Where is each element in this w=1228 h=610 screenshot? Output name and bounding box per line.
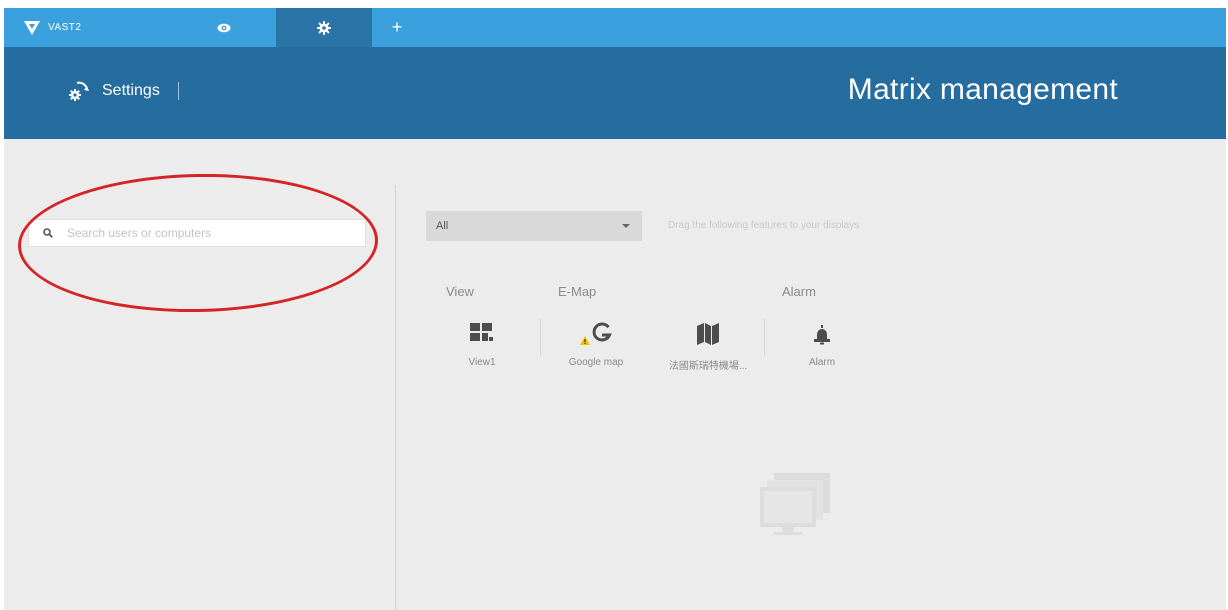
breadcrumb-settings[interactable]: Settings — [68, 80, 179, 102]
tab-settings[interactable] — [276, 8, 372, 47]
feature-alarm[interactable]: Alarm — [772, 313, 872, 368]
bell-icon — [814, 325, 830, 345]
brand-name: VAST2 — [48, 22, 82, 33]
add-tab-button[interactable]: + — [382, 8, 412, 47]
feature-label: Alarm — [808, 357, 836, 368]
search-icon — [43, 228, 53, 238]
page-title: Matrix management — [847, 73, 1118, 106]
map-icon — [697, 323, 719, 345]
vivotek-logo-icon — [24, 20, 40, 35]
feature-label: 法國斯瑞特機場... — [668, 361, 748, 372]
page-header: Settings Matrix management — [4, 47, 1226, 139]
app-window: VAST2 + Settings Matrix management Searc… — [4, 8, 1226, 610]
breadcrumb-label: Settings — [102, 82, 160, 99]
feature-emap-local[interactable]: 法國斯瑞特機場... — [658, 313, 758, 372]
gear-icon — [317, 20, 331, 35]
search-input[interactable] — [67, 226, 347, 240]
separator — [540, 319, 541, 355]
eye-icon — [217, 23, 231, 32]
separator — [764, 319, 765, 355]
category-label-view: View — [446, 284, 474, 299]
features-panel: All Drag the following features to your … — [396, 139, 1226, 610]
displays-placeholder-icon — [760, 473, 832, 544]
category-label-alarm: Alarm — [782, 284, 816, 299]
users-panel — [4, 139, 396, 610]
feature-filter-dropdown[interactable]: All — [426, 211, 642, 241]
caret-down-icon — [622, 224, 630, 228]
drag-hint-text: Drag the following features to your disp… — [668, 220, 860, 231]
search-field[interactable] — [28, 219, 366, 247]
settings-icon — [69, 81, 89, 101]
brand[interactable]: VAST2 — [4, 8, 124, 47]
tab-live-view[interactable] — [194, 8, 254, 47]
view-layout-icon — [470, 323, 493, 341]
feature-label: Google map — [568, 357, 624, 368]
category-label-emap: E-Map — [558, 284, 597, 299]
google-g-icon — [592, 322, 612, 342]
filter-selected-value: All — [436, 220, 449, 232]
warning-icon — [580, 336, 590, 345]
breadcrumb-divider — [177, 82, 179, 100]
feature-label: View1 — [468, 357, 496, 368]
feature-google-map[interactable]: Google map — [546, 313, 646, 368]
feature-view1[interactable]: View1 — [432, 313, 532, 368]
plus-icon: + — [391, 17, 403, 37]
top-tab-bar: VAST2 + — [4, 8, 1226, 47]
